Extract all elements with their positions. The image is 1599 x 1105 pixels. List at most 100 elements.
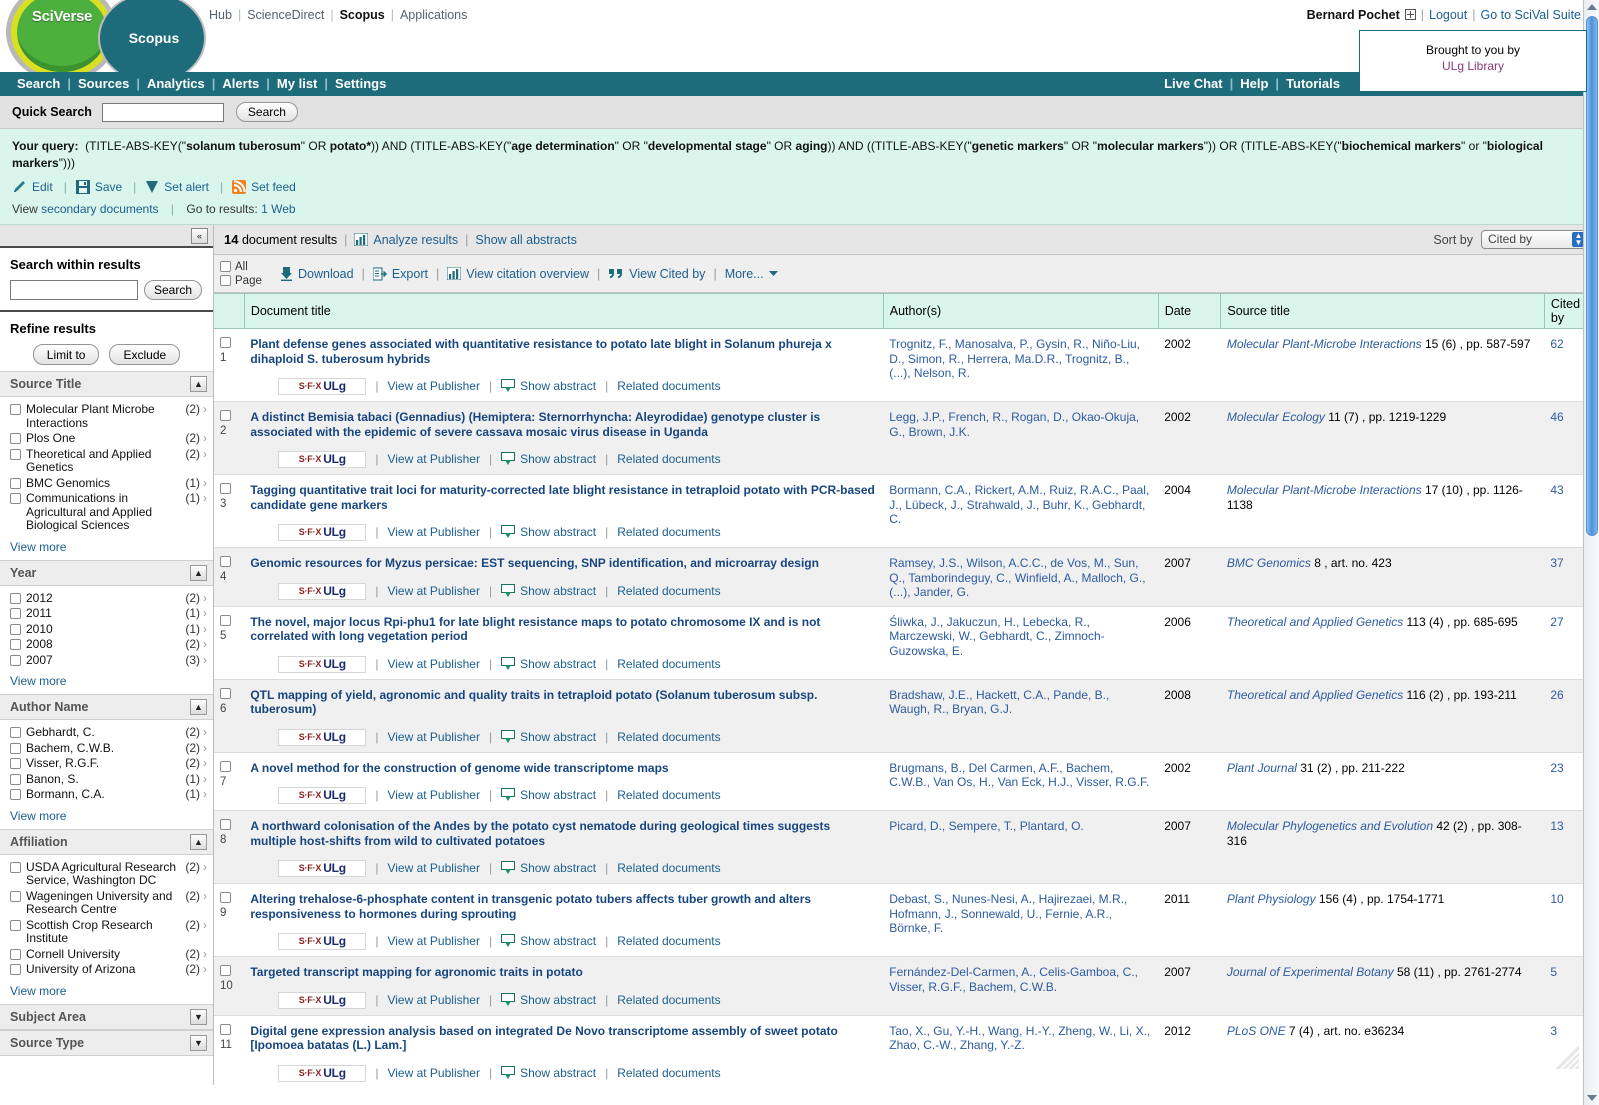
- row-link-show-abstract[interactable]: Show abstract: [501, 1065, 596, 1081]
- document-title-link[interactable]: The novel, major locus Rpi-phu1 for late…: [250, 615, 877, 644]
- cited-by-link[interactable]: 46: [1550, 410, 1563, 424]
- row-authors-cell[interactable]: Legg, J.P., French, R., Rogan, D., Okao-…: [883, 401, 1159, 475]
- row-link-label[interactable]: Show abstract: [520, 993, 596, 1007]
- row-link-related-documents[interactable]: Related documents: [617, 379, 720, 394]
- chevron-right-icon[interactable]: ›: [203, 725, 207, 740]
- row-link-related-documents[interactable]: Related documents: [617, 1066, 720, 1081]
- row-link-view-at-publisher[interactable]: View at Publisher: [387, 525, 480, 540]
- row-link-label[interactable]: View at Publisher: [387, 730, 480, 744]
- exclude-button[interactable]: Exclude: [109, 344, 181, 365]
- row-link-view-at-publisher[interactable]: View at Publisher: [387, 379, 480, 394]
- row-link-label[interactable]: View at Publisher: [387, 861, 480, 875]
- select-page-checkbox[interactable]: [220, 275, 231, 286]
- select-all-row[interactable]: All: [220, 260, 272, 274]
- facet-view-more-link[interactable]: View more: [10, 540, 66, 554]
- window-scrollbar[interactable]: [1583, 0, 1599, 1105]
- sfx-ulg-link-button[interactable]: S·F·X ULg: [278, 451, 367, 468]
- row-link-label[interactable]: Show abstract: [520, 379, 596, 393]
- view-cited-by-action[interactable]: View Cited by: [608, 267, 705, 281]
- facet-item[interactable]: Gebhardt, C. (2) ›: [10, 725, 207, 740]
- row-link-related-documents[interactable]: Related documents: [617, 934, 720, 949]
- document-title-link[interactable]: A distinct Bemisia tabaci (Gennadius) (H…: [250, 410, 877, 439]
- citation-overview-action[interactable]: View citation overview: [447, 267, 589, 281]
- row-link-show-abstract[interactable]: Show abstract: [501, 861, 596, 876]
- nav-item-alerts[interactable]: Alerts: [215, 76, 266, 91]
- facet-view-more[interactable]: View more: [10, 809, 207, 823]
- chevron-right-icon[interactable]: ›: [203, 637, 207, 652]
- facet-item[interactable]: Communications in Agricultural and Appli…: [10, 491, 207, 533]
- source-title-link[interactable]: Molecular Phylogenetics and Evolution: [1227, 819, 1433, 833]
- row-link-show-abstract[interactable]: Show abstract: [501, 788, 596, 803]
- chevron-right-icon[interactable]: ›: [203, 402, 207, 417]
- facet-view-more[interactable]: View more: [10, 540, 207, 554]
- facet-checkbox[interactable]: [10, 493, 21, 504]
- chevron-right-icon[interactable]: ›: [203, 962, 207, 977]
- sfx-ulg-link-button[interactable]: S·F·X ULg: [278, 728, 367, 746]
- facet-view-more-link[interactable]: View more: [10, 809, 66, 823]
- facet-header-year[interactable]: Year ▲: [0, 559, 213, 586]
- row-link-related-documents[interactable]: Related documents: [617, 584, 720, 599]
- scival-link[interactable]: Go to SciVal Suite: [1480, 8, 1581, 22]
- facet-checkbox[interactable]: [10, 433, 21, 444]
- facet-checkbox[interactable]: [10, 404, 21, 415]
- facet-checkbox[interactable]: [10, 948, 21, 960]
- top-link-hub[interactable]: Hub: [203, 8, 238, 22]
- chevron-right-icon[interactable]: ›: [203, 591, 207, 606]
- row-link-label[interactable]: Related documents: [617, 788, 720, 802]
- row-link-label[interactable]: Show abstract: [520, 788, 596, 802]
- facet-header-author-name[interactable]: Author Name ▲: [0, 694, 213, 720]
- chevron-right-icon[interactable]: ›: [203, 622, 207, 637]
- row-link-label[interactable]: Show abstract: [520, 861, 596, 875]
- facet-view-more[interactable]: View more: [10, 984, 207, 998]
- nav-item-search[interactable]: Search: [10, 76, 67, 91]
- row-authors-cell[interactable]: Tao, X., Gu, Y.-H., Wang, H.-Y., Zheng, …: [883, 1015, 1159, 1085]
- query-action-set-feed-label[interactable]: Set feed: [251, 180, 296, 194]
- document-title-link[interactable]: Targeted transcript mapping for agronomi…: [250, 965, 877, 980]
- limit-to-button[interactable]: Limit to: [32, 344, 100, 365]
- row-link-label[interactable]: Show abstract: [520, 934, 596, 948]
- row-link-label[interactable]: View at Publisher: [387, 1066, 480, 1080]
- sfx-ulg-link-button[interactable]: S·F·X ULg: [278, 655, 367, 673]
- chevron-right-icon[interactable]: ›: [203, 431, 207, 446]
- row-link-view-at-publisher[interactable]: View at Publisher: [387, 861, 480, 876]
- chevron-right-icon[interactable]: ›: [203, 491, 207, 506]
- search-within-input[interactable]: [10, 280, 138, 300]
- cited-by-link[interactable]: 27: [1550, 615, 1563, 629]
- window-scrollbar-thumb[interactable]: [1586, 16, 1598, 536]
- facet-item[interactable]: Banon, S. (1) ›: [10, 772, 207, 787]
- row-link-label[interactable]: Show abstract: [520, 1066, 596, 1080]
- row-link-label[interactable]: Show abstract: [520, 730, 596, 744]
- nav-item-sources[interactable]: Sources: [71, 76, 136, 91]
- row-link-label[interactable]: Show abstract: [520, 657, 596, 671]
- row-link-view-at-publisher[interactable]: View at Publisher: [387, 993, 480, 1008]
- collapse-facet-icon[interactable]: ▲: [190, 833, 207, 850]
- source-title-link[interactable]: Molecular Plant-Microbe Interactions: [1227, 337, 1422, 351]
- nav-item-settings[interactable]: Settings: [328, 76, 393, 91]
- cited-by-link[interactable]: 5: [1550, 965, 1557, 979]
- nav-item-tutorials[interactable]: Tutorials: [1279, 76, 1347, 91]
- show-all-abstracts-link[interactable]: Show all abstracts: [475, 233, 576, 247]
- source-title-link[interactable]: Theoretical and Applied Genetics: [1227, 688, 1403, 702]
- top-link-scopus[interactable]: Scopus: [334, 8, 391, 22]
- query-action-edit[interactable]: Edit: [12, 180, 53, 194]
- chevron-right-icon[interactable]: ›: [203, 918, 207, 933]
- source-title-link[interactable]: Theoretical and Applied Genetics: [1227, 615, 1403, 629]
- row-link-label[interactable]: Related documents: [617, 525, 720, 539]
- source-title-link[interactable]: Plant Physiology: [1227, 892, 1316, 906]
- search-within-button[interactable]: Search: [144, 280, 203, 300]
- row-authors-cell[interactable]: Ramsey, J.S., Wilson, A.C.C., de Vos, M.…: [883, 547, 1159, 607]
- row-link-related-documents[interactable]: Related documents: [617, 452, 720, 467]
- row-link-related-documents[interactable]: Related documents: [617, 525, 720, 540]
- document-title-link[interactable]: A novel method for the construction of g…: [250, 761, 877, 776]
- row-link-related-documents[interactable]: Related documents: [617, 657, 720, 672]
- row-link-related-documents[interactable]: Related documents: [617, 730, 720, 745]
- document-title-link[interactable]: A northward colonisation of the Andes by…: [250, 819, 877, 848]
- facet-item[interactable]: Visser, R.G.F. (2) ›: [10, 756, 207, 771]
- source-title-link[interactable]: PLoS ONE: [1227, 1024, 1286, 1038]
- citation-overview-label[interactable]: View citation overview: [466, 267, 589, 281]
- facet-header-source-title[interactable]: Source Title ▲: [0, 371, 213, 397]
- row-authors-cell[interactable]: Trognitz, F., Manosalva, P., Gysin, R., …: [883, 328, 1159, 402]
- nav-item-my-list[interactable]: My list: [270, 76, 324, 91]
- cited-by-link[interactable]: 43: [1550, 483, 1563, 497]
- row-link-label[interactable]: View at Publisher: [387, 379, 480, 393]
